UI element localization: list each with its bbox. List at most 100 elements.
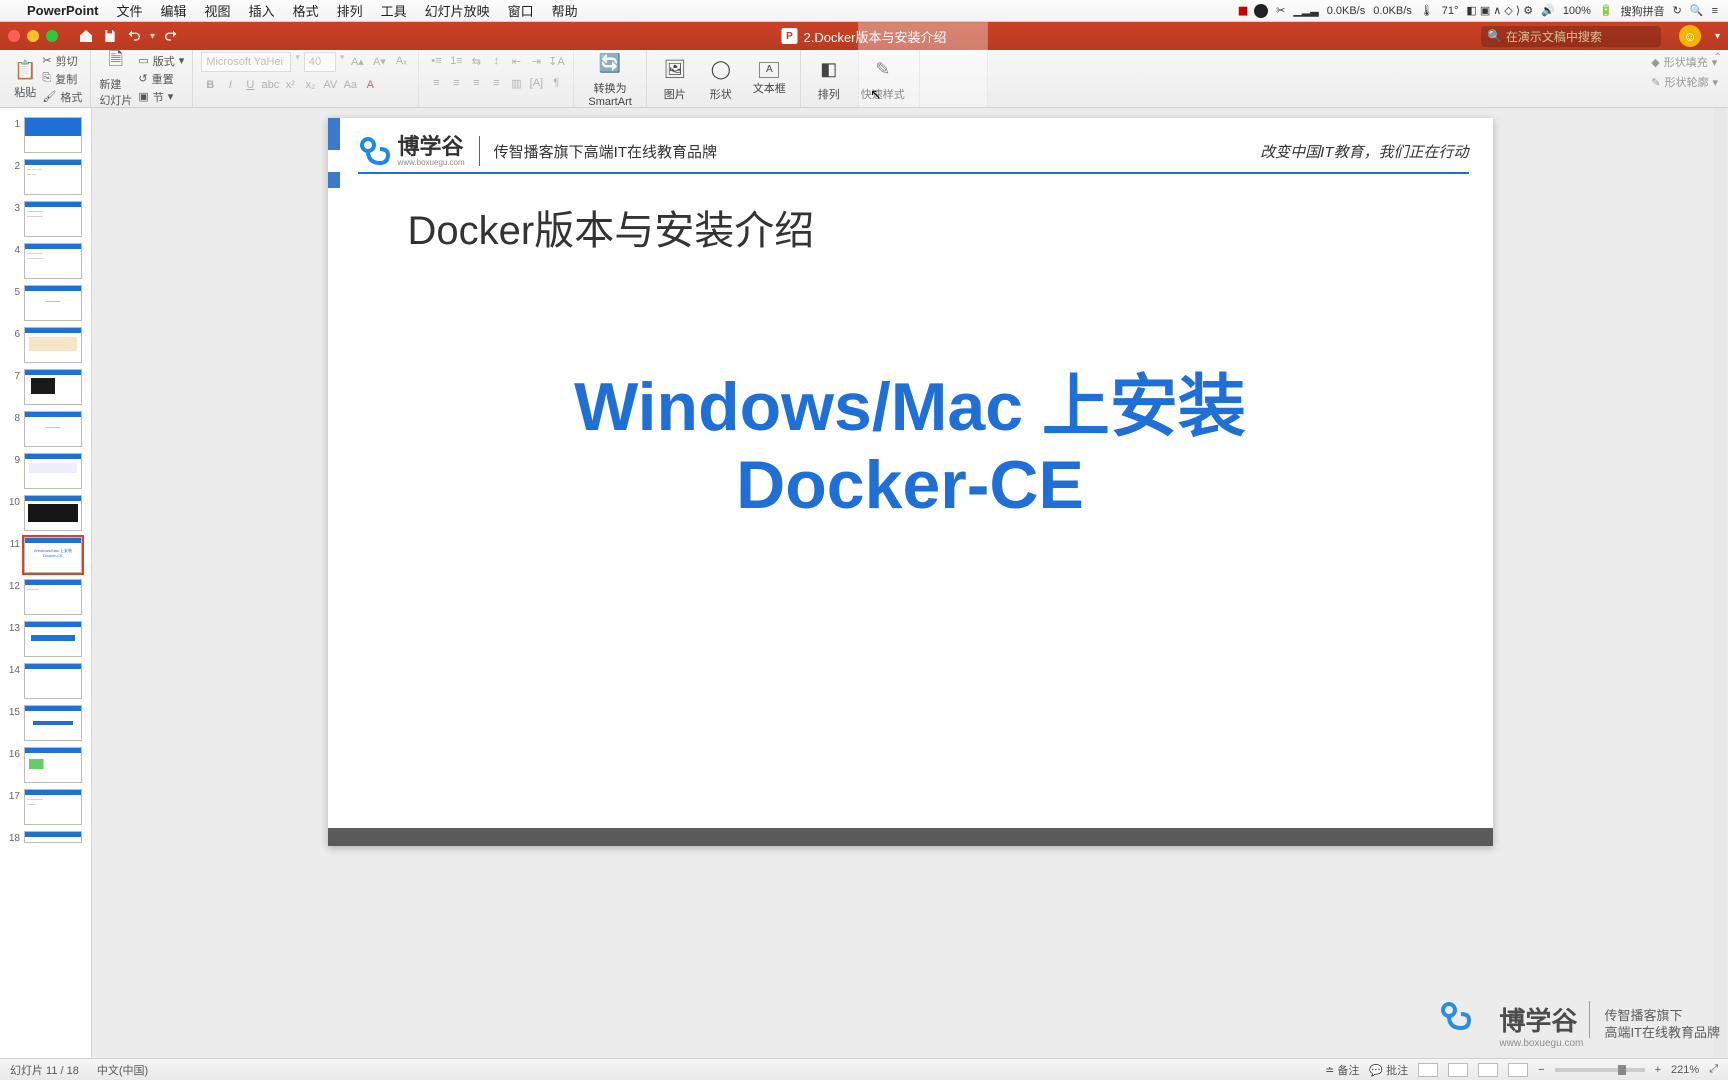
thumbnail-14[interactable] xyxy=(24,663,82,699)
volume-icon[interactable]: 🔊 xyxy=(1541,4,1555,17)
menu-slideshow[interactable]: 幻灯片放映 xyxy=(416,1,499,20)
redo-icon[interactable] xyxy=(163,28,179,44)
convert-smartart-button[interactable]: 🔄 转换为 SmartArt xyxy=(582,50,637,108)
comments-button[interactable]: 💬 批注 xyxy=(1369,1062,1408,1078)
reset-button[interactable]: ↺ 重置 xyxy=(138,71,184,87)
copy-button[interactable]: ⎘ 复制 xyxy=(42,71,82,87)
arrange-button[interactable]: ◧排列 xyxy=(809,56,849,102)
thumbnail-17[interactable]: —————— xyxy=(24,789,82,825)
thumbnail-2[interactable]: — — —— — xyxy=(24,159,82,195)
align-left-button[interactable]: ≡ xyxy=(427,74,445,92)
normal-view-button[interactable] xyxy=(1418,1063,1438,1077)
subscript-button[interactable]: x₂ xyxy=(301,76,319,94)
obs-icon[interactable] xyxy=(1254,4,1268,18)
menu-window[interactable]: 窗口 xyxy=(499,1,543,20)
slide-canvas-area[interactable]: 博学谷 www.boxuegu.com 传智播客旗下高端IT在线教育品牌 改变中… xyxy=(92,108,1728,1058)
align-text-button[interactable]: [A] xyxy=(527,74,545,92)
menu-edit[interactable]: 编辑 xyxy=(152,1,196,20)
thumbnail-15[interactable] xyxy=(24,705,82,741)
font-family-select[interactable]: Microsoft YaHei xyxy=(201,52,291,72)
slide[interactable]: 博学谷 www.boxuegu.com 传智播客旗下高端IT在线教育品牌 改变中… xyxy=(328,118,1493,846)
search-box[interactable]: 🔍 在演示文稿中搜索 xyxy=(1481,26,1661,47)
bold-button[interactable]: B xyxy=(201,76,219,94)
thumbnail-6[interactable] xyxy=(24,327,82,363)
home-icon[interactable] xyxy=(78,28,94,44)
menu-tools[interactable]: 工具 xyxy=(372,1,416,20)
align-justify-button[interactable]: ≡ xyxy=(487,74,505,92)
italic-button[interactable]: I xyxy=(221,76,239,94)
menu-insert[interactable]: 插入 xyxy=(240,1,284,20)
thumbnail-11[interactable]: Windows/Mac 上安装Docker-CE xyxy=(24,537,82,573)
shape-fill-button[interactable]: ◆ 形状填充 ▾ xyxy=(1651,54,1718,70)
status-icons[interactable]: ◧ ▣ ∧ ◇ ⟩ ⚙ xyxy=(1466,4,1533,17)
cut-button[interactable]: ✂ 剪切 xyxy=(42,53,82,69)
thumbnail-4[interactable]: ———————— xyxy=(24,243,82,279)
menu-format[interactable]: 格式 xyxy=(284,1,328,20)
shape-outline-button[interactable]: ✎ 形状轮廓 ▾ xyxy=(1651,74,1718,90)
fit-window-button[interactable]: ⤢ xyxy=(1709,1063,1718,1076)
ribbon-collapse-icon[interactable]: ⌃ xyxy=(1714,52,1722,63)
slide-thumbnails-panel[interactable]: 1 2— — —— — 3———————— 4———————— 5——— 6 7… xyxy=(0,108,92,1058)
section-button[interactable]: ▣ 节 ▾ xyxy=(138,89,184,105)
window-minimize[interactable] xyxy=(27,30,39,42)
spotlight-icon[interactable]: 🔍 xyxy=(1690,4,1704,17)
scissors-icon[interactable]: ✂ xyxy=(1276,4,1285,17)
indent-button[interactable]: ⇥ xyxy=(527,52,545,70)
slideshow-view-button[interactable] xyxy=(1508,1063,1528,1077)
textbox-button[interactable]: A文本框 xyxy=(747,62,792,96)
save-icon[interactable] xyxy=(102,28,118,44)
outdent-button[interactable]: ⇤ xyxy=(507,52,525,70)
bullets-button[interactable]: •≡ xyxy=(427,52,445,70)
font-color-button[interactable]: A xyxy=(361,76,379,94)
thumbnail-10[interactable] xyxy=(24,495,82,531)
para-more-button[interactable]: ¶ xyxy=(547,74,565,92)
window-maximize[interactable] xyxy=(46,30,58,42)
shrink-font-icon[interactable]: A▾ xyxy=(370,52,388,70)
highlight-button[interactable]: Aa xyxy=(341,76,359,94)
grow-font-icon[interactable]: A▴ xyxy=(348,52,366,70)
thumbnail-9[interactable] xyxy=(24,453,82,489)
line-spacing-button[interactable]: ↕ xyxy=(487,52,505,70)
zoom-level[interactable]: 221% xyxy=(1671,1064,1699,1076)
font-size-select[interactable]: 40 xyxy=(304,52,336,72)
menu-view[interactable]: 视图 xyxy=(196,1,240,20)
thumbnail-5[interactable]: ——— xyxy=(24,285,82,321)
zoom-slider[interactable] xyxy=(1555,1068,1645,1072)
menu-file[interactable]: 文件 xyxy=(108,1,152,20)
format-painter-button[interactable]: 🖌 格式 xyxy=(42,89,82,105)
paste-button[interactable]: 📋 粘贴 xyxy=(14,57,36,100)
reading-view-button[interactable] xyxy=(1478,1063,1498,1077)
list-level-button[interactable]: ⇆ xyxy=(467,52,485,70)
columns-button[interactable]: ▥ xyxy=(507,74,525,92)
language-indicator[interactable]: 中文(中国) xyxy=(97,1062,148,1078)
align-center-button[interactable]: ≡ xyxy=(447,74,465,92)
thumbnail-12[interactable]: ——— xyxy=(24,579,82,615)
zoom-out-button[interactable]: − xyxy=(1538,1064,1544,1076)
thumbnail-16[interactable] xyxy=(24,747,82,783)
strike-button[interactable]: abc xyxy=(261,76,279,94)
notif-icon[interactable]: ≡ xyxy=(1712,5,1718,17)
clear-format-icon[interactable]: Aₓ xyxy=(392,52,410,70)
quick-style-button[interactable]: ✎快速样式 xyxy=(855,56,911,102)
thumbnail-7[interactable] xyxy=(24,369,82,405)
zoom-in-button[interactable]: + xyxy=(1655,1064,1661,1076)
char-spacing-button[interactable]: AV xyxy=(321,76,339,94)
shapes-button[interactable]: ◯形状 xyxy=(701,56,741,102)
thumbnail-3[interactable]: ———————— xyxy=(24,201,82,237)
ime[interactable]: 搜狗拼音 xyxy=(1621,3,1665,19)
battery-icon[interactable]: 🔋 xyxy=(1599,4,1613,17)
account-dropdown-icon[interactable]: ▾ xyxy=(1715,31,1720,42)
numbering-button[interactable]: 1≡ xyxy=(447,52,465,70)
undo-icon[interactable] xyxy=(126,28,142,44)
text-direction-button[interactable]: ↧A xyxy=(547,52,565,70)
underline-button[interactable]: U xyxy=(241,76,259,94)
layout-button[interactable]: ▭ 版式 ▾ xyxy=(138,53,184,69)
record-pause-icon[interactable]: ▮▮ xyxy=(1238,4,1246,17)
thumbnail-1[interactable] xyxy=(24,117,82,153)
istat-icon[interactable]: ▁▂▃ xyxy=(1293,4,1318,17)
thumbnail-8[interactable]: ——— xyxy=(24,411,82,447)
menu-help[interactable]: 帮助 xyxy=(543,1,587,20)
account-icon[interactable]: ☺ xyxy=(1679,25,1701,47)
window-close[interactable] xyxy=(8,30,20,42)
sorter-view-button[interactable] xyxy=(1448,1063,1468,1077)
